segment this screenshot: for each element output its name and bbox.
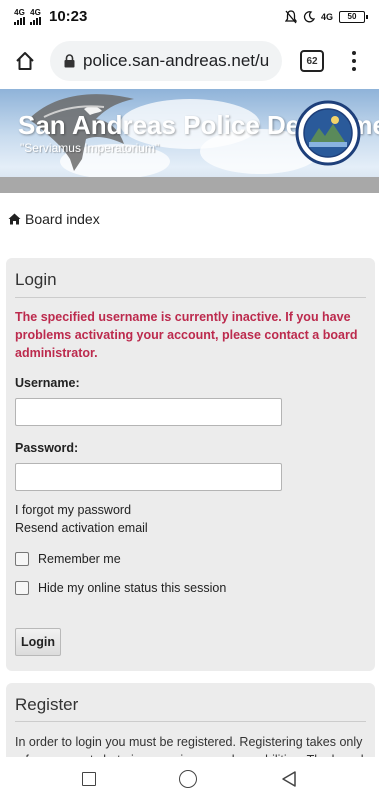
hide-status-row[interactable]: Hide my online status this session <box>15 581 226 595</box>
network-type-label: 4G <box>30 7 41 17</box>
username-input[interactable] <box>15 398 282 426</box>
home-icon <box>8 213 21 225</box>
moon-icon <box>303 10 315 22</box>
status-left: 4G 4G 10:23 <box>14 8 87 25</box>
system-navigation-bar <box>0 757 379 800</box>
breadcrumb-board-index[interactable]: Board index <box>25 211 100 227</box>
network-type-label: 4G <box>320 11 333 22</box>
password-label: Password: <box>15 441 79 455</box>
divider <box>15 297 366 298</box>
login-button[interactable]: Login <box>15 628 61 656</box>
login-panel: Login The specified username is currentl… <box>6 258 375 671</box>
signal-icon: 4G <box>30 7 41 25</box>
home-button[interactable] <box>0 33 50 89</box>
divider <box>15 721 366 722</box>
battery-icon: 50 <box>339 10 368 23</box>
browser-toolbar: police.san-andreas.net/u 62 <box>0 33 379 89</box>
address-bar[interactable]: police.san-andreas.net/u <box>50 41 282 81</box>
tab-count: 62 <box>306 55 318 67</box>
login-title: Login <box>15 270 57 289</box>
hide-status-label: Hide my online status this session <box>38 581 227 595</box>
url-text: police.san-andreas.net/u <box>83 51 270 70</box>
error-message: The specified username is currently inac… <box>15 310 358 360</box>
mute-icon <box>284 9 297 23</box>
back-button[interactable] <box>280 770 298 788</box>
hide-status-checkbox[interactable] <box>15 581 29 595</box>
recent-apps-button[interactable] <box>81 771 96 786</box>
overflow-menu-button[interactable] <box>344 46 364 76</box>
status-bar: 4G 4G 10:23 4G 50 <box>0 0 379 33</box>
site-header-banner[interactable]: San Andreas Police Department "Serviamus… <box>0 89 379 193</box>
clock: 10:23 <box>49 8 88 25</box>
site-motto: "Serviamus Imperatorium" <box>20 141 160 155</box>
remember-me-label: Remember me <box>38 552 121 566</box>
password-input[interactable] <box>15 463 282 491</box>
remember-me-checkbox[interactable] <box>15 552 29 566</box>
tab-switcher-button[interactable]: 62 <box>300 50 324 72</box>
battery-level: 50 <box>347 12 357 21</box>
signal-icon: 4G <box>14 7 25 25</box>
status-right: 4G 50 <box>284 9 368 24</box>
home-nav-button[interactable] <box>178 769 197 788</box>
lock-icon <box>64 54 75 68</box>
resend-activation-link[interactable]: Resend activation email <box>15 521 148 535</box>
police-badge-logo <box>295 100 361 166</box>
register-title: Register <box>15 695 79 714</box>
username-label: Username: <box>15 376 80 390</box>
forgot-password-link[interactable]: I forgot my password <box>15 503 131 517</box>
header-divider-bar <box>0 177 379 193</box>
breadcrumb[interactable]: Board index <box>8 211 100 227</box>
remember-me-row[interactable]: Remember me <box>15 552 121 566</box>
network-type-label: 4G <box>14 7 25 17</box>
home-icon <box>16 52 34 70</box>
